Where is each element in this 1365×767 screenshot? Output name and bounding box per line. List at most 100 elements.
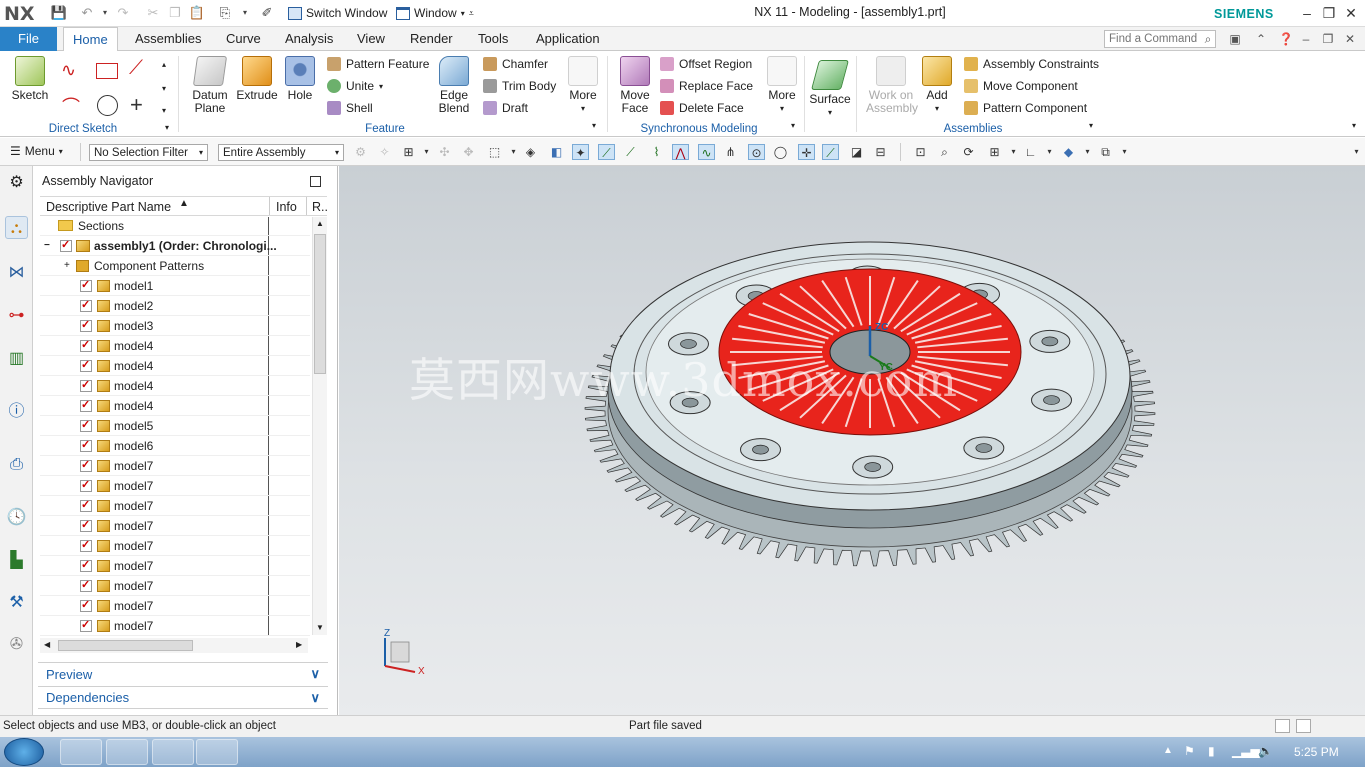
tree-row-model[interactable]: model7: [40, 536, 310, 556]
tree-row-root[interactable]: − assembly1 (Order: Chronologi...: [40, 236, 310, 256]
general-object-icon[interactable]: ⚙: [352, 144, 369, 160]
rectangle-select-icon[interactable]: ⬚: [486, 144, 503, 160]
rotate-icon[interactable]: ⟳: [960, 144, 977, 160]
model-checkbox[interactable]: [80, 538, 92, 552]
part-close-button[interactable]: ✕: [1341, 31, 1359, 47]
point-on-face-icon[interactable]: ◪: [848, 144, 865, 160]
start-button[interactable]: [4, 738, 44, 766]
tab-render[interactable]: Render: [401, 27, 462, 51]
model-checkbox[interactable]: [80, 298, 92, 312]
point-on-curve-icon[interactable]: ⟋: [822, 144, 839, 160]
power-icon[interactable]: ▮: [1208, 744, 1215, 758]
constraint-navigator-icon[interactable]: ⋈: [5, 261, 28, 284]
process-studio-icon[interactable]: ⚒: [5, 591, 28, 614]
assembly-navigator-icon[interactable]: ⛬: [5, 216, 28, 239]
assembly-constraints-button[interactable]: Assembly Constraints: [964, 55, 1099, 73]
arc-icon[interactable]: ⌒: [62, 93, 80, 119]
ribbon-options-icon[interactable]: ▾: [1352, 121, 1356, 130]
move-face-button[interactable]: Move Face: [615, 56, 655, 115]
tree-row-model[interactable]: model4: [40, 336, 310, 356]
sync-more-button[interactable]: More ▾: [763, 56, 801, 115]
surface-button[interactable]: Surface ▾: [808, 60, 852, 119]
model-checkbox[interactable]: [80, 438, 92, 452]
point-icon[interactable]: +: [130, 92, 143, 118]
model-checkbox[interactable]: [80, 418, 92, 432]
end-point-icon[interactable]: ⟋: [598, 144, 615, 160]
feature-more-button[interactable]: More ▾: [565, 56, 601, 115]
orient-view-icon[interactable]: ⊞: [986, 144, 1003, 160]
feature-overflow-icon[interactable]: ▾: [592, 121, 596, 130]
action-center-icon[interactable]: ⚑: [1184, 744, 1195, 758]
copy-icon[interactable]: ❐: [166, 5, 184, 21]
sync-overflow-icon[interactable]: ▾: [791, 121, 795, 130]
bounded-grid-icon[interactable]: ⊟: [872, 144, 889, 160]
tab-application[interactable]: Application: [527, 27, 609, 51]
component-filter-icon[interactable]: ✣: [436, 144, 453, 160]
control-point-icon[interactable]: ⌇: [648, 144, 665, 160]
tab-tools[interactable]: Tools: [469, 27, 517, 51]
web-browser-icon[interactable]: ⎙: [5, 453, 28, 476]
profile-icon[interactable]: ∿: [61, 60, 76, 81]
direct-sketch-overflow-icon[interactable]: ▾: [165, 123, 169, 132]
vertical-scroll-thumb[interactable]: [314, 234, 326, 374]
circle-icon[interactable]: [97, 95, 118, 116]
collapse-icon[interactable]: −: [44, 240, 56, 251]
column-header-name[interactable]: Descriptive Part Name: [46, 200, 171, 214]
select-all-icon[interactable]: ✧: [376, 144, 393, 160]
root-checkbox[interactable]: [60, 238, 72, 252]
tangent-point-icon[interactable]: ⋔: [722, 144, 739, 160]
scroll-left-icon[interactable]: ◀: [44, 640, 50, 649]
tree-row-model[interactable]: model1: [40, 276, 310, 296]
line-icon[interactable]: ⟋: [129, 57, 143, 80]
sketch-gallery-more-icon[interactable]: ▾: [162, 106, 166, 115]
browser-taskbar-button[interactable]: [106, 739, 148, 765]
assemblies-overflow-icon[interactable]: ▾: [1089, 121, 1093, 130]
column-header-info[interactable]: Info: [276, 200, 297, 214]
model-checkbox[interactable]: [80, 518, 92, 532]
tree-row-model[interactable]: model2: [40, 296, 310, 316]
delete-face-button[interactable]: Delete Face: [660, 99, 744, 117]
chevron-down-icon[interactable]: ▾: [418, 144, 435, 160]
tree-row-sections[interactable]: Sections: [40, 216, 310, 236]
scroll-up-icon[interactable]: ▲: [316, 219, 324, 228]
center-point-icon[interactable]: ⊙: [748, 144, 765, 160]
quadrant-point-icon[interactable]: ◯: [772, 144, 789, 160]
wcs-icon[interactable]: ∟: [1022, 144, 1039, 160]
tree-row-model[interactable]: model7: [40, 556, 310, 576]
reuse-library-icon[interactable]: ▥: [5, 347, 28, 370]
chevron-down-icon[interactable]: ▾: [1005, 144, 1022, 160]
full-screen-icon[interactable]: ▣: [1226, 31, 1244, 47]
network-icon[interactable]: ▁▃▅: [1232, 744, 1260, 758]
edge-blend-button[interactable]: Edge Blend: [432, 56, 476, 115]
feature-filter-icon[interactable]: ✥: [460, 144, 477, 160]
help-icon[interactable]: ❓: [1277, 31, 1295, 47]
tree-row-model[interactable]: model6: [40, 436, 310, 456]
roles-icon[interactable]: ✇: [5, 633, 28, 656]
selection-scope-dropdown[interactable]: Entire Assembly ▾: [218, 144, 344, 161]
model-checkbox[interactable]: [80, 558, 92, 572]
body-icon[interactable]: ◧: [548, 144, 565, 160]
expand-icon[interactable]: +: [64, 260, 76, 271]
tree-row-model[interactable]: model5: [40, 416, 310, 436]
hd3d-tools-icon[interactable]: ⓘ: [5, 400, 28, 423]
snap-point-icon[interactable]: ✦: [572, 144, 589, 160]
restore-button[interactable]: ❐: [1319, 4, 1339, 22]
repeat-dropdown-icon[interactable]: ▾: [236, 5, 254, 21]
switch-window-button[interactable]: Switch Window: [288, 4, 387, 22]
pattern-component-button[interactable]: Pattern Component: [964, 99, 1087, 117]
tab-curve[interactable]: Curve: [217, 27, 270, 51]
undo-dropdown-icon[interactable]: ▾: [96, 5, 114, 21]
touch-mode-icon[interactable]: ✐: [258, 5, 276, 21]
offset-region-button[interactable]: Offset Region: [660, 55, 752, 73]
tree-row-model[interactable]: model3: [40, 316, 310, 336]
model-checkbox[interactable]: [80, 278, 92, 292]
minimize-button[interactable]: –: [1297, 4, 1317, 22]
customize-dropdown-icon[interactable]: ⩡: [469, 8, 474, 19]
mid-point-icon[interactable]: ⟋: [622, 144, 639, 160]
redo-icon[interactable]: ↷: [114, 5, 132, 21]
sketch-button[interactable]: Sketch: [8, 56, 52, 102]
sketch-gallery-down-icon[interactable]: ▾: [162, 84, 166, 93]
type-filter-icon[interactable]: ⊞: [400, 144, 417, 160]
part-minimize-button[interactable]: –: [1297, 31, 1315, 47]
close-button[interactable]: ✕: [1341, 4, 1361, 22]
